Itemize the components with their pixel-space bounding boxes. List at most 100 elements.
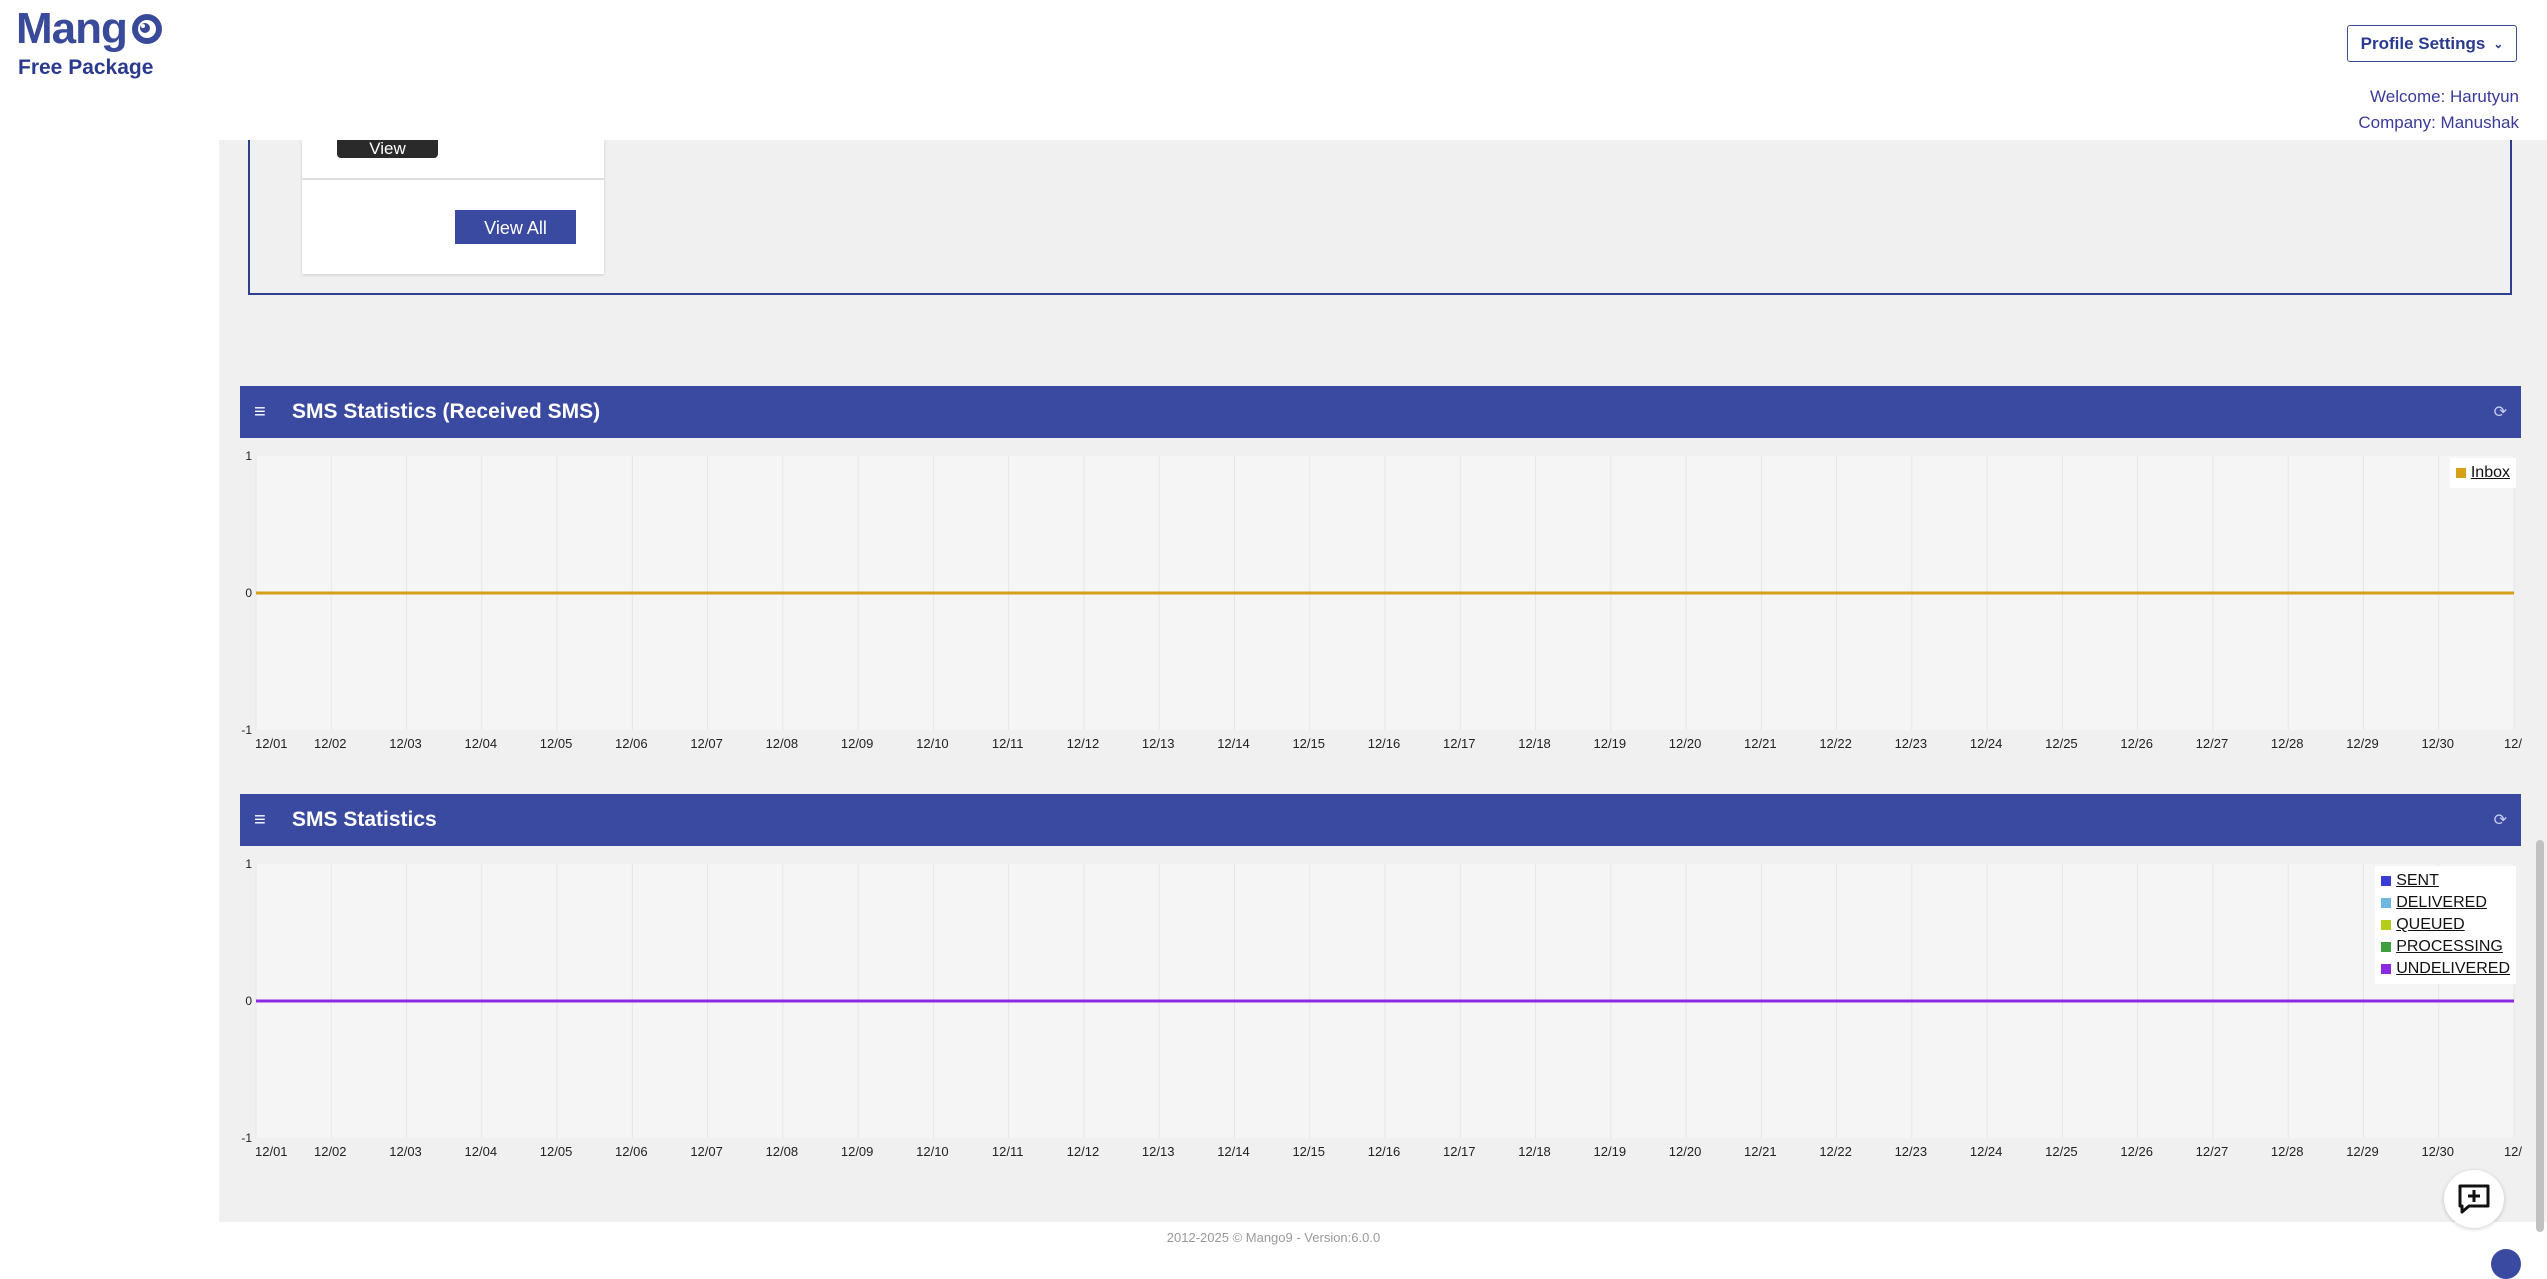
legend-label: UNDELIVERED [2396, 960, 2510, 977]
legend-item[interactable]: PROCESSING [2381, 936, 2510, 958]
legend-item[interactable]: UNDELIVERED [2381, 958, 2510, 980]
sms-statistics-panel-header: ≡ SMS Statistics ⟳ [240, 794, 2521, 846]
x-tick-label: 12/ [2504, 736, 2522, 751]
x-tick-label: 12/06 [615, 1144, 648, 1159]
x-tick-label: 12/30 [2421, 1144, 2454, 1159]
x-tick-label: 12/14 [1217, 736, 1250, 751]
x-tick-label: 12/09 [841, 736, 874, 751]
x-tick-label: 12/04 [465, 736, 498, 751]
logo-mark-icon [131, 14, 162, 44]
x-tick-label: 12/10 [916, 736, 949, 751]
view-button[interactable]: View [337, 140, 438, 158]
view-all-button[interactable]: View All [455, 210, 576, 244]
received-sms-panel-header: ≡ SMS Statistics (Received SMS) ⟳ [240, 386, 2521, 438]
x-tick-label: 12/20 [1669, 736, 1702, 751]
x-tick-label: 12/12 [1067, 736, 1100, 751]
legend-item[interactable]: QUEUED [2381, 914, 2510, 936]
help-button[interactable] [2491, 1249, 2521, 1279]
x-tick-label: 12/26 [2120, 1144, 2153, 1159]
menu-icon[interactable]: ≡ [254, 809, 284, 832]
x-tick-label: 12/24 [1970, 1144, 2003, 1159]
sidebar [0, 140, 219, 1261]
x-tick-label: 12/19 [1594, 736, 1627, 751]
legend-label: SENT [2396, 872, 2439, 889]
received-sms-chart: 12/01 12/02 12/03 12/04 12/05 12/06 12/07 12/08… [232, 444, 2522, 754]
x-tick-label: 12/05 [540, 736, 573, 751]
sms-statistics-chart: 12/01 12/02 12/03 12/04 12/05 12/06 12/07 12/08… [232, 852, 2522, 1162]
legend-swatch [2381, 898, 2392, 908]
y-tick-label: -1 [241, 723, 252, 737]
x-tick-label: 12/17 [1443, 1144, 1476, 1159]
legend-item[interactable]: DELIVERED [2381, 892, 2510, 914]
x-tick-label: 12/28 [2271, 736, 2304, 751]
user-info: Welcome: Harutyun Company: Manushak [2358, 84, 2519, 136]
x-tick-label: 12/19 [1594, 1144, 1627, 1159]
x-tick-label: 12/04 [465, 1144, 498, 1159]
x-tick-label: 12/18 [1518, 1144, 1551, 1159]
x-tick-label: 12/ [2504, 1144, 2522, 1159]
top-header: Mang Free Package Profile Settings ⌄ Wel… [0, 0, 2547, 140]
legend-swatch [2381, 964, 2392, 974]
chevron-down-icon: ⌄ [2493, 36, 2504, 51]
y-tick-label: 0 [245, 586, 252, 600]
x-tick-label: 12/16 [1368, 736, 1401, 751]
legend-label: Inbox [2470, 464, 2510, 481]
x-tick-label: 12/03 [389, 1144, 422, 1159]
scrollbar[interactable] [2536, 840, 2544, 1232]
refresh-icon[interactable]: ⟳ [2494, 402, 2507, 422]
y-tick-label: 0 [245, 994, 252, 1008]
x-tick-label: 12/30 [2421, 736, 2454, 751]
x-tick-label: 12/29 [2346, 736, 2379, 751]
y-tick-label: 1 [245, 857, 252, 871]
profile-settings-label: Profile Settings [2360, 33, 2486, 53]
x-tick-label: 12/24 [1970, 736, 2003, 751]
x-tick-label: 12/25 [2045, 1144, 2078, 1159]
legend-label: QUEUED [2396, 916, 2465, 933]
profile-settings-button[interactable]: Profile Settings ⌄ [2347, 25, 2517, 62]
x-tick-label: 12/11 [992, 1144, 1024, 1159]
x-tick-label: 12/01 [255, 1144, 288, 1159]
x-tick-label: 12/22 [1819, 1144, 1852, 1159]
menu-icon[interactable]: ≡ [254, 401, 284, 424]
x-tick-label: 12/21 [1744, 736, 1777, 751]
legend-swatch [2381, 942, 2392, 952]
logo[interactable]: Mang [16, 4, 165, 54]
x-tick-label: 12/13 [1142, 1144, 1175, 1159]
legend-label: DELIVERED [2396, 894, 2487, 911]
x-tick-label: 12/05 [540, 1144, 573, 1159]
x-tick-label: 12/23 [1895, 1144, 1928, 1159]
chat-plus-icon [2458, 1184, 2490, 1214]
legend-item[interactable]: Inbox [2455, 462, 2510, 484]
legend-item[interactable]: SENT [2381, 870, 2510, 892]
package-label: Free Package [18, 56, 154, 79]
chat-button[interactable] [2444, 1170, 2504, 1228]
company-text: Company: Manushak [2358, 113, 2519, 132]
y-tick-label: 1 [245, 449, 252, 463]
refresh-icon[interactable]: ⟳ [2494, 810, 2507, 830]
x-tick-label: 12/29 [2346, 1144, 2379, 1159]
x-tick-label: 12/23 [1895, 736, 1928, 751]
x-tick-label: 12/08 [766, 736, 799, 751]
divider [302, 178, 604, 180]
panel-title: SMS Statistics (Received SMS) [292, 400, 601, 423]
x-tick-label: 12/10 [916, 1144, 949, 1159]
x-tick-label: 12/01 [255, 736, 288, 751]
x-tick-label: 12/22 [1819, 736, 1852, 751]
footer: 2012-2025 © Mango9 - Version:6.0.0 [1166, 1230, 1381, 1245]
legend-swatch [2455, 468, 2466, 478]
x-tick-label: 12/06 [615, 736, 648, 751]
x-tick-label: 12/08 [766, 1144, 799, 1159]
x-tick-label: 12/07 [690, 736, 723, 751]
x-tick-label: 12/20 [1669, 1144, 1702, 1159]
x-tick-label: 12/02 [314, 1144, 347, 1159]
message-card: View View All [302, 140, 604, 274]
welcome-text: Welcome: Harutyun [2370, 87, 2519, 106]
x-tick-label: 12/15 [1292, 1144, 1325, 1159]
legend-label: PROCESSING [2396, 938, 2503, 955]
x-tick-label: 12/28 [2271, 1144, 2304, 1159]
x-tick-label: 12/15 [1292, 736, 1325, 751]
x-tick-label: 12/17 [1443, 736, 1476, 751]
x-tick-label: 12/21 [1744, 1144, 1777, 1159]
x-tick-label: 12/07 [690, 1144, 723, 1159]
x-tick-label: 12/02 [314, 736, 347, 751]
